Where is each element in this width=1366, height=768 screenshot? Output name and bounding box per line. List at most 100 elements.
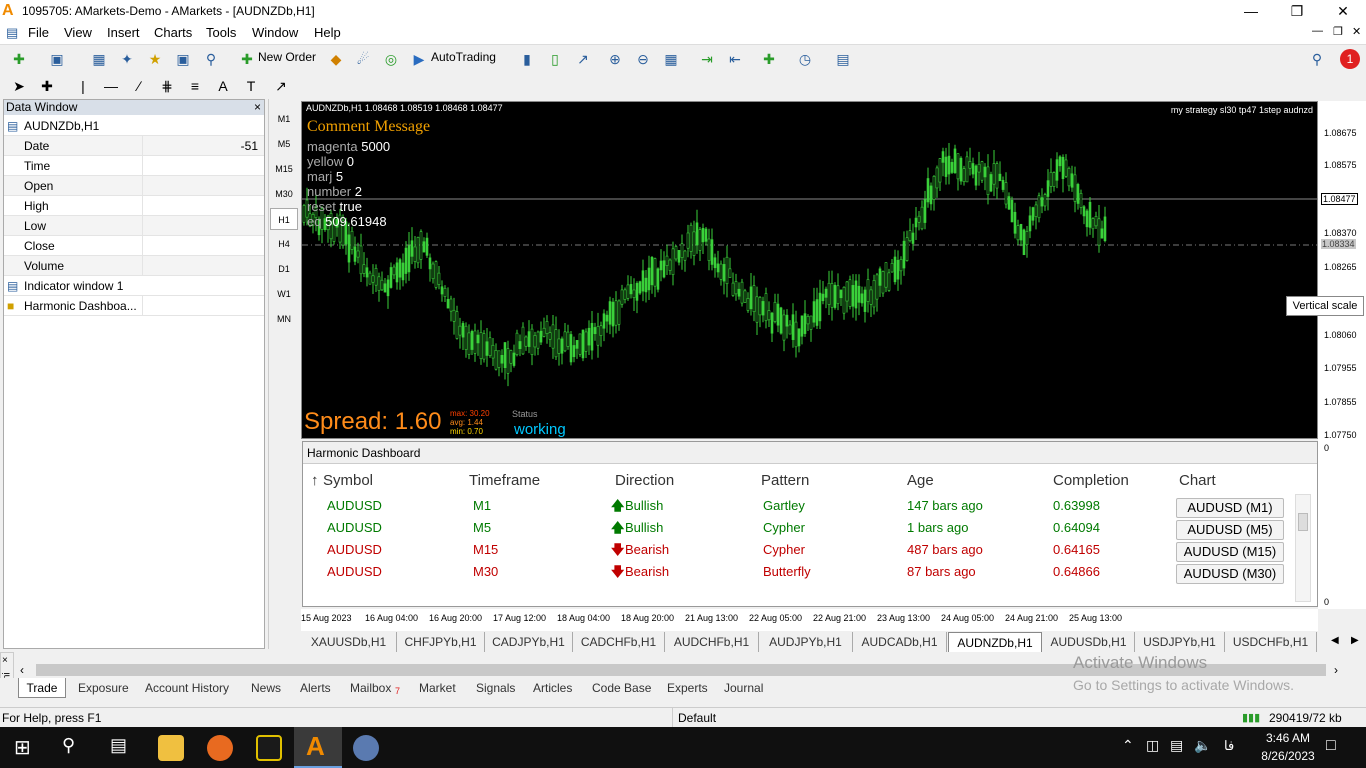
col-completion[interactable]: Completion [1053, 472, 1129, 489]
terminal-icon[interactable]: ▣ [172, 49, 194, 69]
windows-start-icon[interactable]: ⊞ [14, 735, 31, 760]
tab-journal[interactable]: Journal [724, 681, 763, 695]
new-order-button[interactable]: New Order [258, 50, 316, 64]
strategy-tester-icon[interactable]: ⚲ [200, 49, 222, 69]
menu-view[interactable]: View [64, 25, 92, 40]
clock-date[interactable]: 8/26/2023 [1256, 749, 1320, 763]
tab-trade[interactable]: Trade [18, 678, 66, 698]
tile-windows-icon[interactable]: ▦ [660, 49, 682, 69]
tf-m5[interactable]: M5 [270, 133, 298, 155]
chart-tab[interactable]: USDCHFb,H1 [1225, 632, 1317, 652]
open-chart-button[interactable]: AUDUSD (M30) [1176, 564, 1284, 584]
profile-name[interactable]: Default [678, 711, 716, 725]
chart-tab[interactable]: AUDCADb,H1 [853, 632, 947, 652]
scroll-left-icon[interactable]: ‹ [20, 663, 24, 677]
tf-m15[interactable]: M15 [270, 158, 298, 180]
autotrading-button[interactable]: AutoTrading [431, 50, 496, 64]
col-direction[interactable]: Direction [615, 472, 674, 489]
task-view-icon[interactable]: ▤ [110, 735, 127, 756]
profiles-icon[interactable]: ▣ [46, 49, 68, 69]
vertical-line-icon[interactable]: | [72, 76, 94, 96]
chart-tab-active[interactable]: AUDNZDb,H1 [948, 632, 1042, 652]
tab-experts[interactable]: Experts [667, 681, 708, 695]
file-explorer-icon[interactable] [158, 735, 184, 761]
chart-tab[interactable]: AUDCHFb,H1 [665, 632, 759, 652]
notification-badge[interactable]: 1 [1340, 49, 1360, 69]
fibonacci-icon[interactable]: ≡ [184, 76, 206, 96]
tab-code-base[interactable]: Code Base [592, 681, 651, 695]
open-chart-button[interactable]: AUDUSD (M1) [1176, 498, 1284, 518]
tab-scroll-left-icon[interactable]: ◀ [1331, 635, 1339, 646]
document-icon[interactable]: ▤ [6, 25, 18, 41]
tf-m30[interactable]: M30 [270, 183, 298, 205]
close-icon[interactable]: ✕ [1320, 0, 1366, 22]
tf-m1[interactable]: M1 [270, 108, 298, 130]
candlestick-icon[interactable]: ▯ [544, 49, 566, 69]
minimize-icon[interactable]: — [1228, 0, 1274, 22]
chart-tab[interactable]: CADCHFb,H1 [573, 632, 665, 652]
firefox-icon[interactable] [207, 735, 233, 761]
new-chart-icon[interactable]: ✚ [8, 49, 30, 69]
trendline-icon[interactable]: ∕ [128, 76, 150, 96]
terminal-close-icon[interactable]: × [2, 655, 8, 666]
scrollbar-thumb[interactable] [1298, 513, 1308, 531]
action-center-icon[interactable]: □ [1326, 737, 1336, 755]
tf-w1[interactable]: W1 [270, 283, 298, 305]
menu-window[interactable]: Window [252, 25, 298, 40]
tab-signals[interactable]: Signals [476, 681, 515, 695]
col-age[interactable]: Age [907, 472, 934, 489]
zoom-out-icon[interactable]: ⊖ [632, 49, 654, 69]
search-icon[interactable]: ⚲ [1306, 49, 1328, 69]
cursor-icon[interactable]: ➤ [8, 76, 30, 96]
trading-app-icon[interactable] [256, 735, 282, 761]
price-chart[interactable]: AUDNZDb,H1 1.08468 1.08519 1.08468 1.084… [301, 101, 1318, 439]
metaeditor-icon[interactable]: ◆ [325, 49, 347, 69]
menu-tools[interactable]: Tools [206, 25, 236, 40]
tf-h4[interactable]: H4 [270, 233, 298, 255]
child-minimize-icon[interactable]: — [1312, 25, 1323, 37]
text-icon[interactable]: A [212, 76, 234, 96]
horizontal-line-icon[interactable]: — [100, 76, 122, 96]
tf-d1[interactable]: D1 [270, 258, 298, 280]
chart-tab[interactable]: AUDUSDb,H1 [1043, 632, 1135, 652]
periods-icon[interactable]: ◷ [794, 49, 816, 69]
chart-tab[interactable]: AUDJPYb,H1 [759, 632, 853, 652]
tab-news[interactable]: News [251, 681, 281, 695]
templates-icon[interactable]: ▤ [832, 49, 854, 69]
tab-market[interactable]: Market [419, 681, 456, 695]
chart-tab[interactable]: CHFJPYb,H1 [397, 632, 485, 652]
arrows-icon[interactable]: ↗ [270, 76, 292, 96]
indicators-icon[interactable]: ✚ [758, 49, 780, 69]
tab-account-history[interactable]: Account History [145, 681, 229, 695]
col-chart[interactable]: Chart [1179, 472, 1216, 489]
tab-exposure[interactable]: Exposure [78, 681, 129, 695]
chart-tab[interactable]: CADJPYb,H1 [485, 632, 573, 652]
paint-icon[interactable] [353, 735, 379, 761]
navigator-icon[interactable]: ★ [144, 49, 166, 69]
menu-file[interactable]: File [28, 25, 49, 40]
chart-shift-icon[interactable]: ⇤ [724, 49, 746, 69]
child-close-icon[interactable]: ✕ [1352, 25, 1361, 38]
amarkets-taskbar-item[interactable]: A [294, 727, 342, 768]
data-window-icon[interactable]: ✦ [116, 49, 138, 69]
tray-chevron-icon[interactable]: ⌃ [1122, 737, 1134, 754]
volume-icon[interactable]: 🔈 [1194, 737, 1211, 754]
crosshair-icon[interactable]: ✚ [36, 76, 58, 96]
maximize-icon[interactable]: ❐ [1274, 0, 1320, 22]
text-label-icon[interactable]: T [240, 76, 262, 96]
network-icon[interactable]: ▤ [1170, 737, 1183, 754]
battery-icon[interactable]: ◫ [1146, 737, 1159, 754]
signals-icon[interactable]: ☄ [352, 49, 374, 69]
sort-arrow-icon[interactable]: ↑ [311, 472, 319, 489]
zoom-in-icon[interactable]: ⊕ [604, 49, 626, 69]
bar-chart-icon[interactable]: ▮ [516, 49, 538, 69]
clock-time[interactable]: 3:46 AM [1256, 731, 1320, 745]
scroll-right-icon[interactable]: › [1334, 663, 1338, 677]
col-symbol[interactable]: Symbol [323, 472, 373, 489]
dashboard-scrollbar[interactable] [1295, 494, 1311, 602]
tab-articles[interactable]: Articles [533, 681, 572, 695]
tf-h1[interactable]: H1 [270, 208, 298, 230]
market-watch-icon[interactable]: ▦ [88, 49, 110, 69]
auto-scroll-icon[interactable]: ⇥ [696, 49, 718, 69]
new-order-icon[interactable]: ✚ [236, 49, 258, 69]
